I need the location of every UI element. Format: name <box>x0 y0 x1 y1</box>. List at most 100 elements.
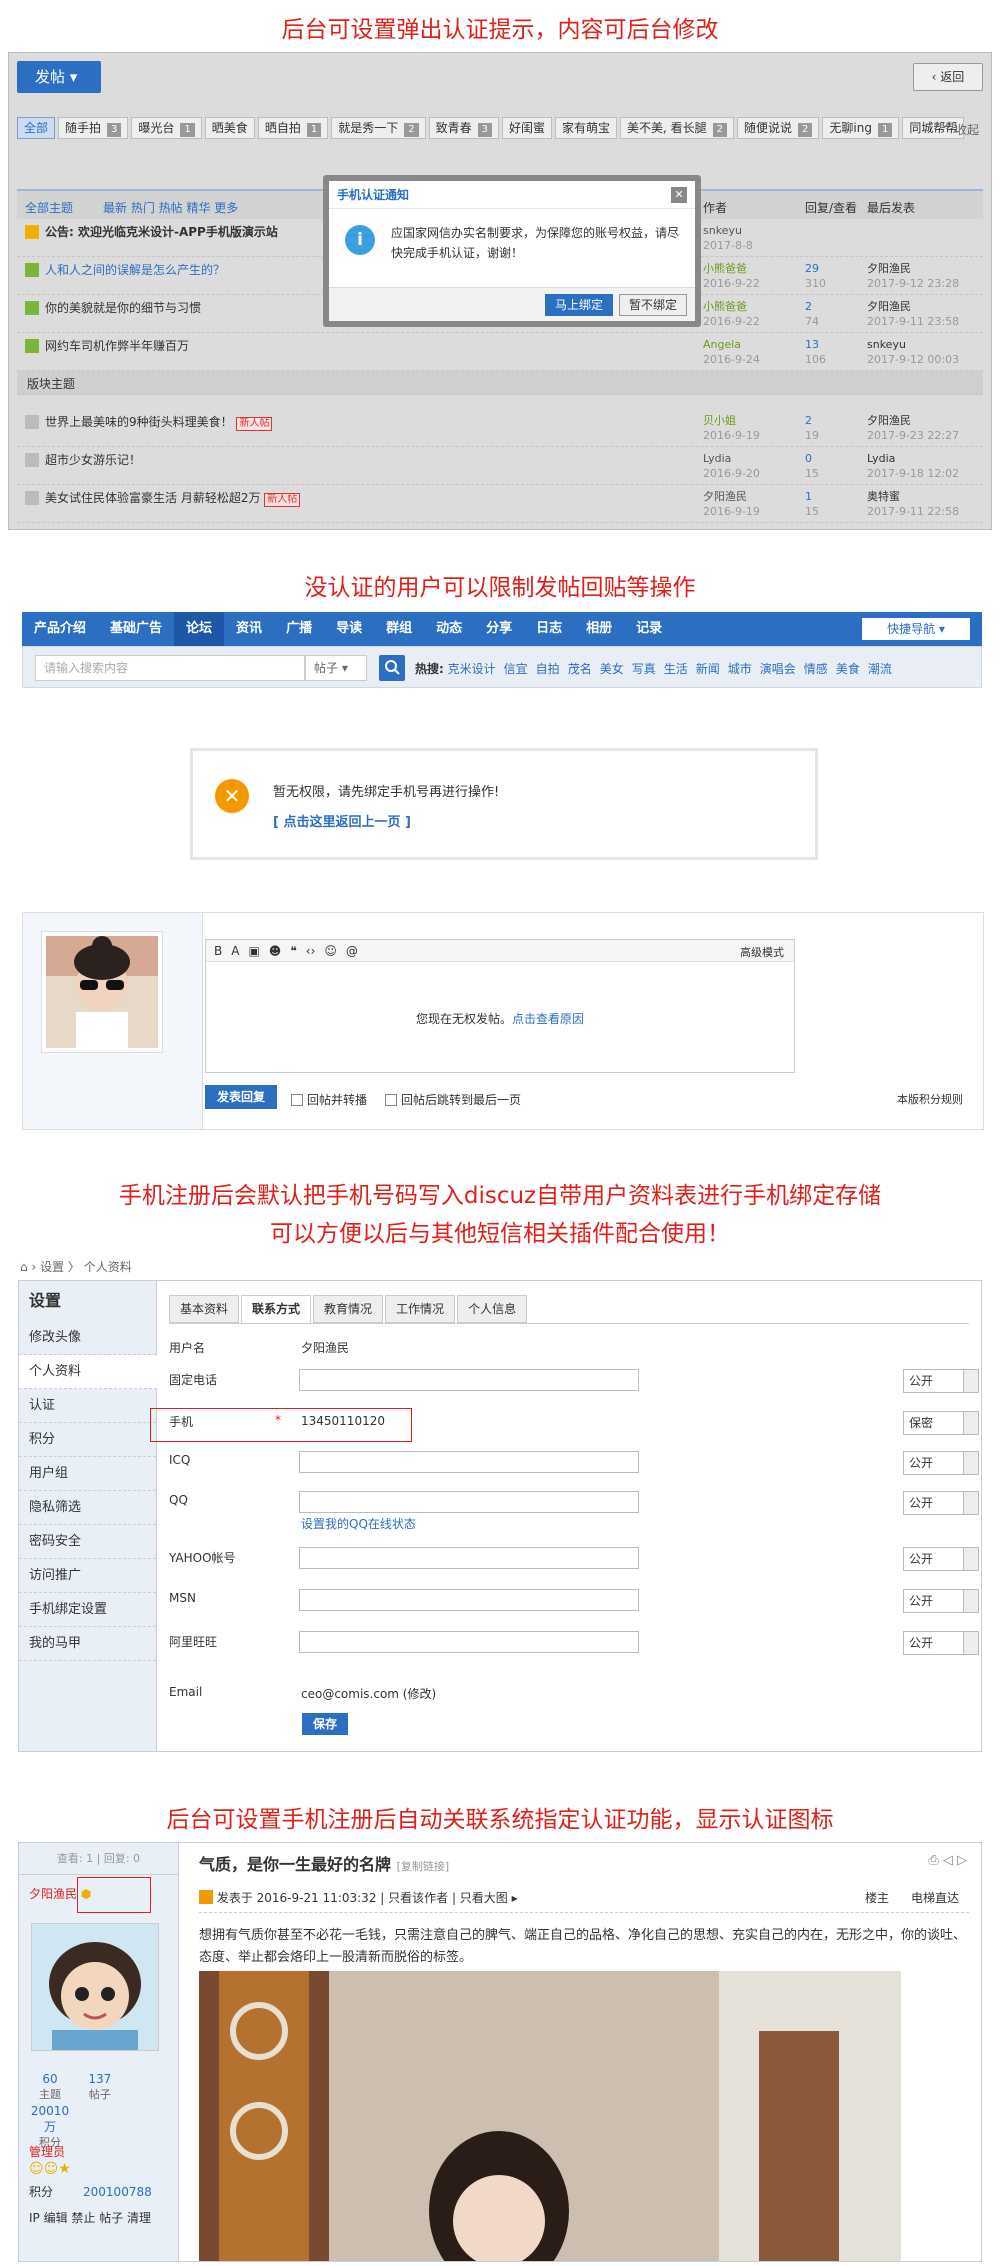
forum-tag[interactable]: 无聊ing 1 <box>822 117 900 139</box>
table-row[interactable]: 网约车司机作弊半年赚百万 Angela 2016-9-24 13 106 snkeyu 20… <box>17 333 983 371</box>
thread-last-post[interactable]: Lydia 2017-9-18 12:02 <box>867 451 959 481</box>
advanced-mode-link[interactable]: 高级模式 <box>740 944 784 960</box>
editor-tool-icon[interactable]: ▣ <box>248 944 259 958</box>
nav-item[interactable]: 群组 <box>374 612 424 646</box>
privacy-select[interactable]: 公开 <box>903 1491 979 1515</box>
return-link[interactable]: [ 点击这里返回上一页 ] <box>273 811 411 830</box>
sidebar-item[interactable]: 积分 <box>19 1423 156 1457</box>
sidebar-item[interactable]: 认证 <box>19 1389 156 1423</box>
hot-keyword[interactable]: 新闻 <box>696 662 720 676</box>
floor-jump[interactable]: 电梯直达 <box>911 1889 959 1906</box>
post-button[interactable]: 发帖 ▾ <box>17 61 101 93</box>
posts-stat[interactable]: 137 帖子 <box>77 2071 123 2103</box>
tab[interactable]: 基本资料 <box>169 1295 240 1323</box>
field-input[interactable] <box>299 1547 639 1569</box>
forum-tag[interactable]: 就是秀一下 2 <box>331 117 426 139</box>
home-icon[interactable]: ⌂ <box>20 1260 28 1274</box>
table-row[interactable]: 美女试住民体验富豪生活 月薪轻松超2万 新人帖 夕阳渔民 2016-9-19 1 15 奥… <box>17 485 983 523</box>
tab[interactable]: 联系方式 <box>241 1295 312 1323</box>
search-type-select[interactable]: 帖子 ▾ <box>305 655 367 681</box>
hot-keyword[interactable]: 潮流 <box>868 662 892 676</box>
thread-title[interactable]: 你的美貌就是你的细节与习惯 <box>45 299 201 316</box>
nav-item[interactable]: 论坛 <box>174 612 225 646</box>
forum-tag[interactable]: 曝光台 1 <box>131 117 202 139</box>
sidebar-item[interactable]: 修改头像 <box>19 1321 156 1355</box>
thread-title[interactable]: 版块主题 <box>27 375 75 392</box>
privacy-select[interactable]: 公开 <box>903 1631 979 1655</box>
privacy-select[interactable]: 公开 <box>903 1547 979 1571</box>
table-row[interactable]: 版块主题 <box>17 371 983 395</box>
thread-title[interactable]: 世界上最美味的9种街头料理美食！ 新人帖 <box>45 413 273 431</box>
editor-tool-icon[interactable]: B <box>214 944 222 958</box>
hot-keyword[interactable]: 克米设计 <box>448 662 496 676</box>
quick-nav-button[interactable]: 快捷导航 ▾ <box>862 618 970 640</box>
nav-item[interactable]: 产品介绍 <box>22 612 98 646</box>
table-row[interactable]: 世界上最美味的9种街头料理美食！ 新人帖 贝小姐 2016-9-19 2 19 夕阳渔民 2… <box>17 409 983 447</box>
hot-keyword[interactable]: 美女 <box>600 662 624 676</box>
privacy-select[interactable]: 公开 <box>903 1589 979 1613</box>
sidebar-item[interactable]: 个人资料 <box>19 1355 157 1389</box>
table-row[interactable]: 超市少女游乐记！ Lydia 2016-9-20 0 15 Lydia 2017-9-18 … <box>17 447 983 485</box>
thread-author[interactable]: 小熊爸爸 2016-9-22 <box>703 261 760 291</box>
sidebar-item[interactable]: 手机绑定设置 <box>19 1593 156 1627</box>
field-input[interactable] <box>299 1451 639 1473</box>
search-input[interactable]: 请输入搜索内容 <box>35 655 305 681</box>
forum-tag[interactable]: 美不美, 看长腿 2 <box>620 117 735 139</box>
copy-link[interactable]: [复制链接] <box>397 1860 450 1873</box>
thread-author[interactable]: Angela 2016-9-24 <box>703 337 760 367</box>
hot-keyword[interactable]: 演唱会 <box>760 662 796 676</box>
thread-author[interactable]: 夕阳渔民 2016-9-19 <box>703 489 760 519</box>
forum-tag[interactable]: 家有萌宝 <box>555 117 618 139</box>
thread-author[interactable]: 小熊爸爸 2016-9-22 <box>703 299 760 329</box>
collapse-link[interactable]: ⌃ 收起 <box>941 121 979 138</box>
tab[interactable]: 教育情况 <box>313 1295 384 1323</box>
thread-title[interactable]: 人和人之间的误解是怎么产生的？ <box>45 261 225 278</box>
search-icon[interactable] <box>379 655 405 681</box>
thread-last-post[interactable]: 夕阳渔民 2017-9-11 23:58 <box>867 299 959 329</box>
jump-last-checkbox[interactable]: 回帖后跳转到最后一页 <box>385 1091 521 1108</box>
forum-tag[interactable]: 全部 <box>17 117 56 139</box>
hot-keyword[interactable]: 城市 <box>728 662 752 676</box>
thread-author[interactable]: snkeyu 2017-8-8 <box>703 223 753 253</box>
thread-last-post[interactable]: 奥特蜜 2017-9-11 22:58 <box>867 489 959 519</box>
hot-keyword[interactable]: 信宜 <box>504 662 528 676</box>
nav-item[interactable]: 广播 <box>274 612 324 646</box>
close-icon[interactable]: ✕ <box>671 187 687 203</box>
editor-tool-icon[interactable]: ‹› <box>306 944 316 958</box>
bind-now-button[interactable]: 马上绑定 <box>545 294 613 316</box>
save-button[interactable]: 保存 <box>302 1713 348 1735</box>
field-input[interactable] <box>299 1369 639 1391</box>
field-input[interactable] <box>299 1491 639 1513</box>
thread-title[interactable]: 美女试住民体验富豪生活 月薪轻松超2万 新人帖 <box>45 489 301 507</box>
forum-tag[interactable]: 随便说说 2 <box>737 117 820 139</box>
thread-last-post[interactable]: 夕阳渔民 2017-9-23 22:27 <box>867 413 959 443</box>
privacy-select[interactable]: 保密 <box>903 1411 979 1435</box>
editor-tool-icon[interactable]: ☺ <box>324 944 337 958</box>
tab[interactable]: 工作情况 <box>385 1295 456 1323</box>
hot-keyword[interactable]: 情感 <box>804 662 828 676</box>
forum-tag[interactable]: 随手拍 3 <box>58 117 129 139</box>
nav-item[interactable]: 导读 <box>324 612 374 646</box>
hot-keyword[interactable]: 美食 <box>836 662 860 676</box>
thread-last-post[interactable]: 夕阳渔民 2017-9-12 23:28 <box>867 261 959 291</box>
all-topics-filter[interactable]: 全部主题 <box>25 199 73 216</box>
hot-keyword[interactable]: 写真 <box>632 662 656 676</box>
forward-checkbox[interactable]: 回帖并转播 <box>291 1091 367 1108</box>
editor-tool-icon[interactable]: @ <box>346 944 358 958</box>
thread-author[interactable]: 贝小姐 2016-9-19 <box>703 413 760 443</box>
forum-tag[interactable]: 晒自拍 1 <box>257 117 329 139</box>
reply-editor[interactable]: B A ▣ ☻ ❝ ‹› ☺ @ 高级模式 您现在无权发帖。点击查看原因 <box>205 939 795 1073</box>
sidebar-item[interactable]: 密码安全 <box>19 1525 156 1559</box>
privacy-select[interactable]: 公开 <box>903 1369 979 1393</box>
admin-actions[interactable]: IP 编辑 禁止 帖子 清理 <box>29 2209 151 2226</box>
sidebar-item[interactable]: 用户组 <box>19 1457 156 1491</box>
thread-title[interactable]: 网约车司机作弊半年赚百万 <box>45 337 189 354</box>
editor-tool-icon[interactable]: A <box>231 944 239 958</box>
hot-keyword[interactable]: 茂名 <box>568 662 592 676</box>
thread-title[interactable]: 公告: 欢迎光临克米设计-APP手机版演示站 <box>45 223 278 240</box>
sidebar-item[interactable]: 隐私筛选 <box>19 1491 156 1525</box>
field-input[interactable] <box>299 1631 639 1653</box>
nav-item[interactable]: 分享 <box>474 612 524 646</box>
thread-last-post[interactable]: snkeyu 2017-9-12 00:03 <box>867 337 959 367</box>
sidebar-item[interactable]: 我的马甲 <box>19 1627 156 1661</box>
